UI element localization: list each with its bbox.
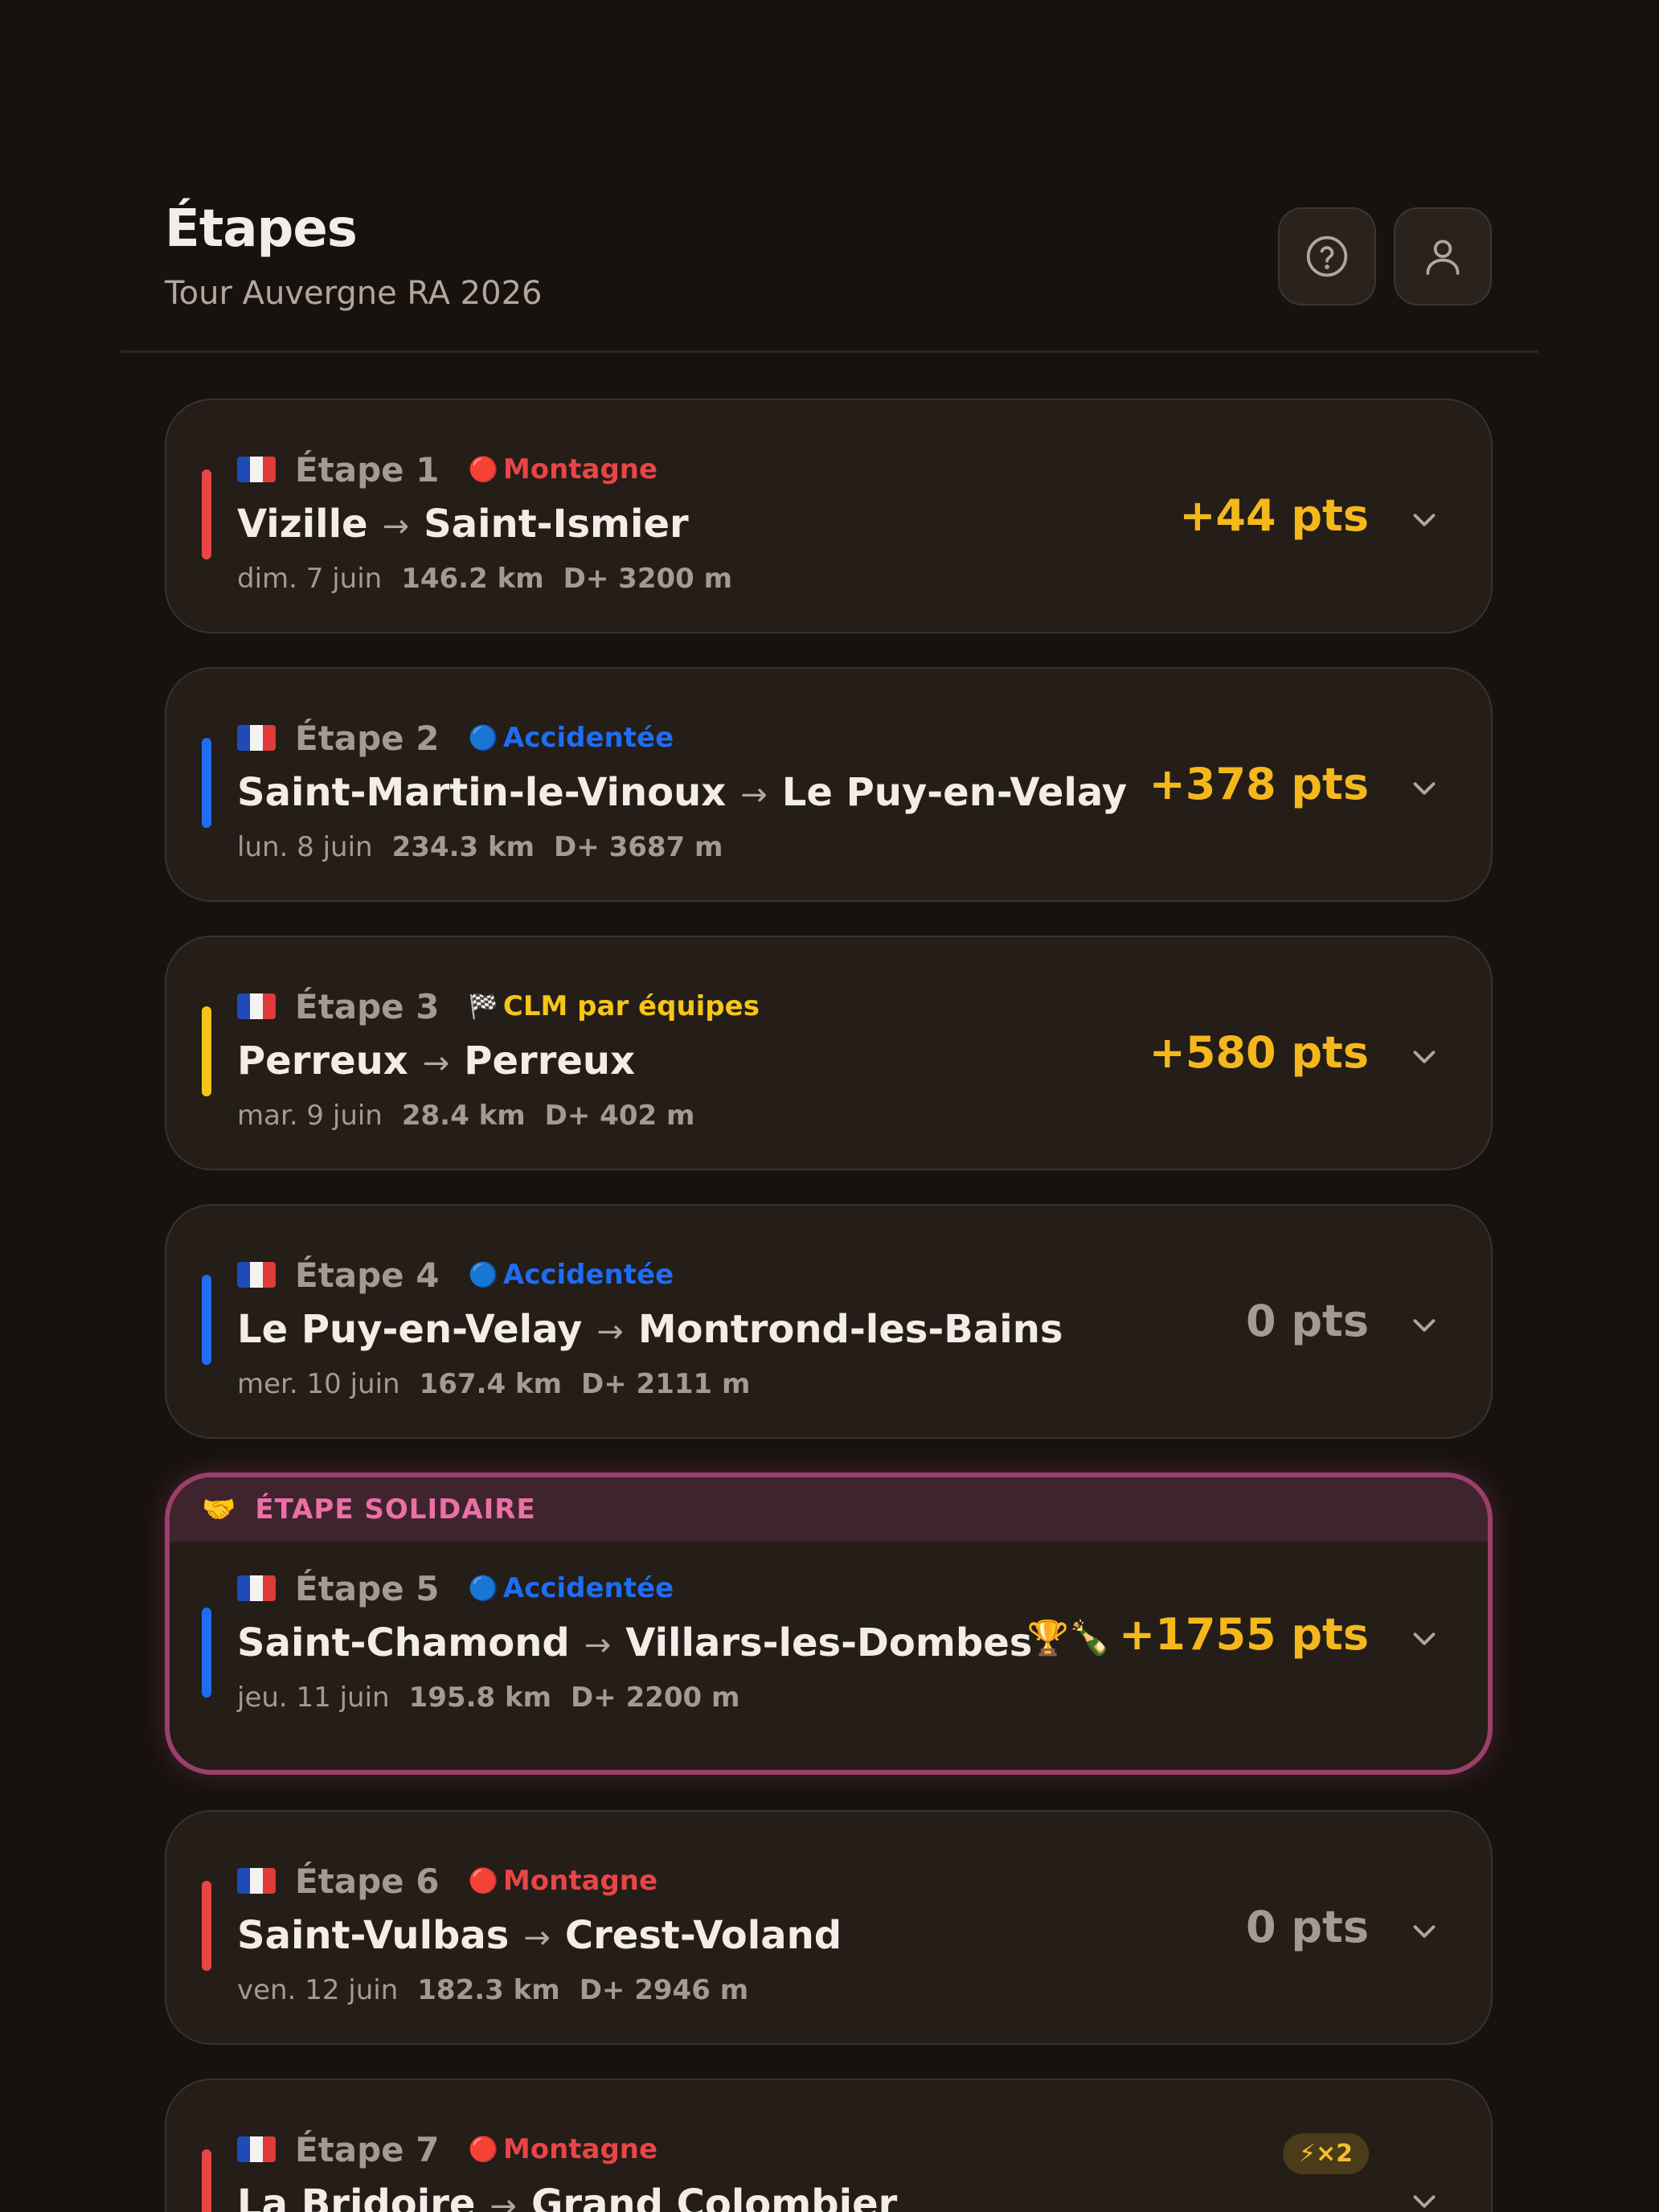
stage-points: +44 pts (1179, 490, 1369, 541)
stage-meta: jeu. 11 juin 195.8 km D+ 2200 m (237, 1682, 740, 1714)
stage-card[interactable]: Étape 4 🔵 Accidentée Le Puy-en-Velay → Mon… (165, 1204, 1493, 1439)
page-subtitle: Tour Auvergne RA 2026 (165, 275, 543, 312)
stage-meta: dim. 7 juin 146.2 km D+ 3200 m (237, 563, 733, 595)
stage-type-icon: 🔴 (468, 2135, 498, 2164)
france-flag-icon (237, 1262, 276, 1288)
stage-card[interactable]: Étape 6 🔴 Montagne Saint-Vulbas → Crest-Vo… (165, 1810, 1493, 2045)
arrow-right-icon: → (422, 1045, 450, 1082)
stage-type-icon: 🔴 (468, 1866, 498, 1895)
stage-route: Perreux → Perreux (237, 1038, 636, 1083)
stage-accent-bar (202, 1006, 211, 1096)
chevron-down-icon[interactable] (1406, 1620, 1443, 1657)
chevron-down-icon[interactable] (1406, 770, 1443, 807)
stage-number: Étape 3 (295, 986, 440, 1026)
stage-accent-bar (202, 1881, 211, 1971)
stage-points: +580 pts (1149, 1027, 1369, 1078)
stage-type-icon: 🔴 (468, 455, 498, 484)
stage-meta: mar. 9 juin 28.4 km D+ 402 m (237, 1100, 695, 1132)
stage-route: Saint-Martin-le-Vinoux → Le Puy-en-Velay (237, 770, 1128, 815)
stage-route: Vizille → Saint-Ismier (237, 502, 689, 547)
france-flag-icon (237, 457, 276, 482)
france-flag-icon (237, 1575, 276, 1601)
stage-meta: ven. 12 juin 182.3 km D+ 2946 m (237, 1974, 749, 2006)
arrow-right-icon: → (382, 508, 410, 545)
stage-number: Étape 2 (295, 718, 440, 758)
stage-accent-bar (202, 1275, 211, 1365)
france-flag-icon (237, 2136, 276, 2162)
stage-card[interactable]: Étape 2 🔵 Accidentée Saint-Martin-le-Vin… (165, 667, 1493, 902)
stage-number: Étape 4 (295, 1255, 440, 1295)
stage-card-solidaire[interactable]: 🤝 ÉTAPE SOLIDAIRE Étape 5 🔵 Accidentée S… (165, 1473, 1493, 1775)
stage-meta: lun. 8 juin 234.3 km D+ 3687 m (237, 831, 723, 863)
stage-card[interactable]: Étape 1 🔴 Montagne Vizille → Saint-Ismier … (165, 399, 1493, 633)
page-header: Étapes Tour Auvergne RA 2026 (0, 0, 1659, 353)
multiplier-badge: ⚡×2 (1282, 2133, 1369, 2174)
chevron-down-icon[interactable] (1406, 502, 1443, 539)
stage-type-icon: 🔵 (468, 1260, 498, 1289)
chevron-down-icon[interactable] (1406, 2183, 1443, 2212)
chevron-down-icon[interactable] (1406, 1913, 1443, 1950)
page-title: Étapes (165, 199, 358, 259)
arrow-right-icon: → (596, 1313, 624, 1350)
stage-meta: mer. 10 juin 167.4 km D+ 2111 m (237, 1368, 751, 1400)
handshake-icon: 🤝 (202, 1493, 236, 1526)
user-icon (1426, 240, 1460, 275)
profile-button[interactable] (1394, 207, 1492, 305)
stage-route: Saint-Vulbas → Crest-Voland (237, 1913, 842, 1958)
arrow-right-icon: → (490, 2188, 517, 2212)
stage-number: Étape 6 (295, 1861, 440, 1901)
stage-route: Le Puy-en-Velay → Montrond-les-Bains (237, 1307, 1063, 1352)
stage-type-icon: 🔵 (468, 1574, 498, 1603)
france-flag-icon (237, 725, 276, 751)
stage-type-badge: 🔵 Accidentée (468, 1572, 674, 1604)
stage-type-badge: 🔵 Accidentée (468, 1259, 674, 1291)
stage-points: 0 pts (1246, 1296, 1369, 1346)
stage-accent-bar (202, 2149, 211, 2212)
stage-route: Saint-Chamond → Villars-les-Dombes (237, 1620, 1033, 1665)
stage-number: Étape 7 (295, 2129, 440, 2169)
stage-points: 🏆🍾 +1755 pts (1026, 1609, 1369, 1660)
stage-type-badge: 🔴 Montagne (468, 453, 658, 485)
help-button[interactable] (1278, 207, 1376, 305)
chevron-down-icon[interactable] (1406, 1307, 1443, 1344)
help-circle-icon (1306, 236, 1348, 277)
stage-card[interactable]: Étape 3 🏁 CLM par équipes Perreux → Perreu… (165, 936, 1493, 1170)
solidaire-label: ÉTAPE SOLIDAIRE (255, 1493, 536, 1526)
chevron-down-icon[interactable] (1406, 1038, 1443, 1075)
stage-type-badge: 🔵 Accidentée (468, 722, 674, 754)
stage-route: La Bridoire → Grand Colombier (237, 2181, 897, 2212)
stage-accent-bar (202, 738, 211, 828)
arrow-right-icon: → (584, 1627, 612, 1664)
france-flag-icon (237, 1868, 276, 1894)
arrow-right-icon: → (523, 1919, 551, 1956)
header-divider (121, 350, 1538, 353)
stage-type-badge: 🏁 CLM par équipes (468, 990, 760, 1022)
solidaire-banner: 🤝 ÉTAPE SOLIDAIRE (170, 1477, 1488, 1542)
stage-type-badge: 🔴 Montagne (468, 1865, 658, 1897)
trophy-champagne-icon: 🏆🍾 (1026, 1618, 1112, 1657)
arrow-right-icon: → (740, 776, 768, 813)
stage-points: 0 pts (1246, 1902, 1369, 1952)
checkered-flag-icon: 🏁 (468, 992, 498, 1021)
stage-points: +378 pts (1149, 759, 1369, 809)
stage-number: Étape 1 (295, 449, 440, 490)
france-flag-icon (237, 993, 276, 1019)
stage-number: Étape 5 (295, 1568, 440, 1608)
stage-accent-bar (202, 1608, 211, 1698)
stage-accent-bar (202, 469, 211, 559)
stage-type-badge: 🔴 Montagne (468, 2133, 658, 2165)
stage-card[interactable]: Étape 7 🔴 Montagne La Bridoire → Grand Col… (165, 2079, 1493, 2212)
stage-type-icon: 🔵 (468, 723, 498, 752)
